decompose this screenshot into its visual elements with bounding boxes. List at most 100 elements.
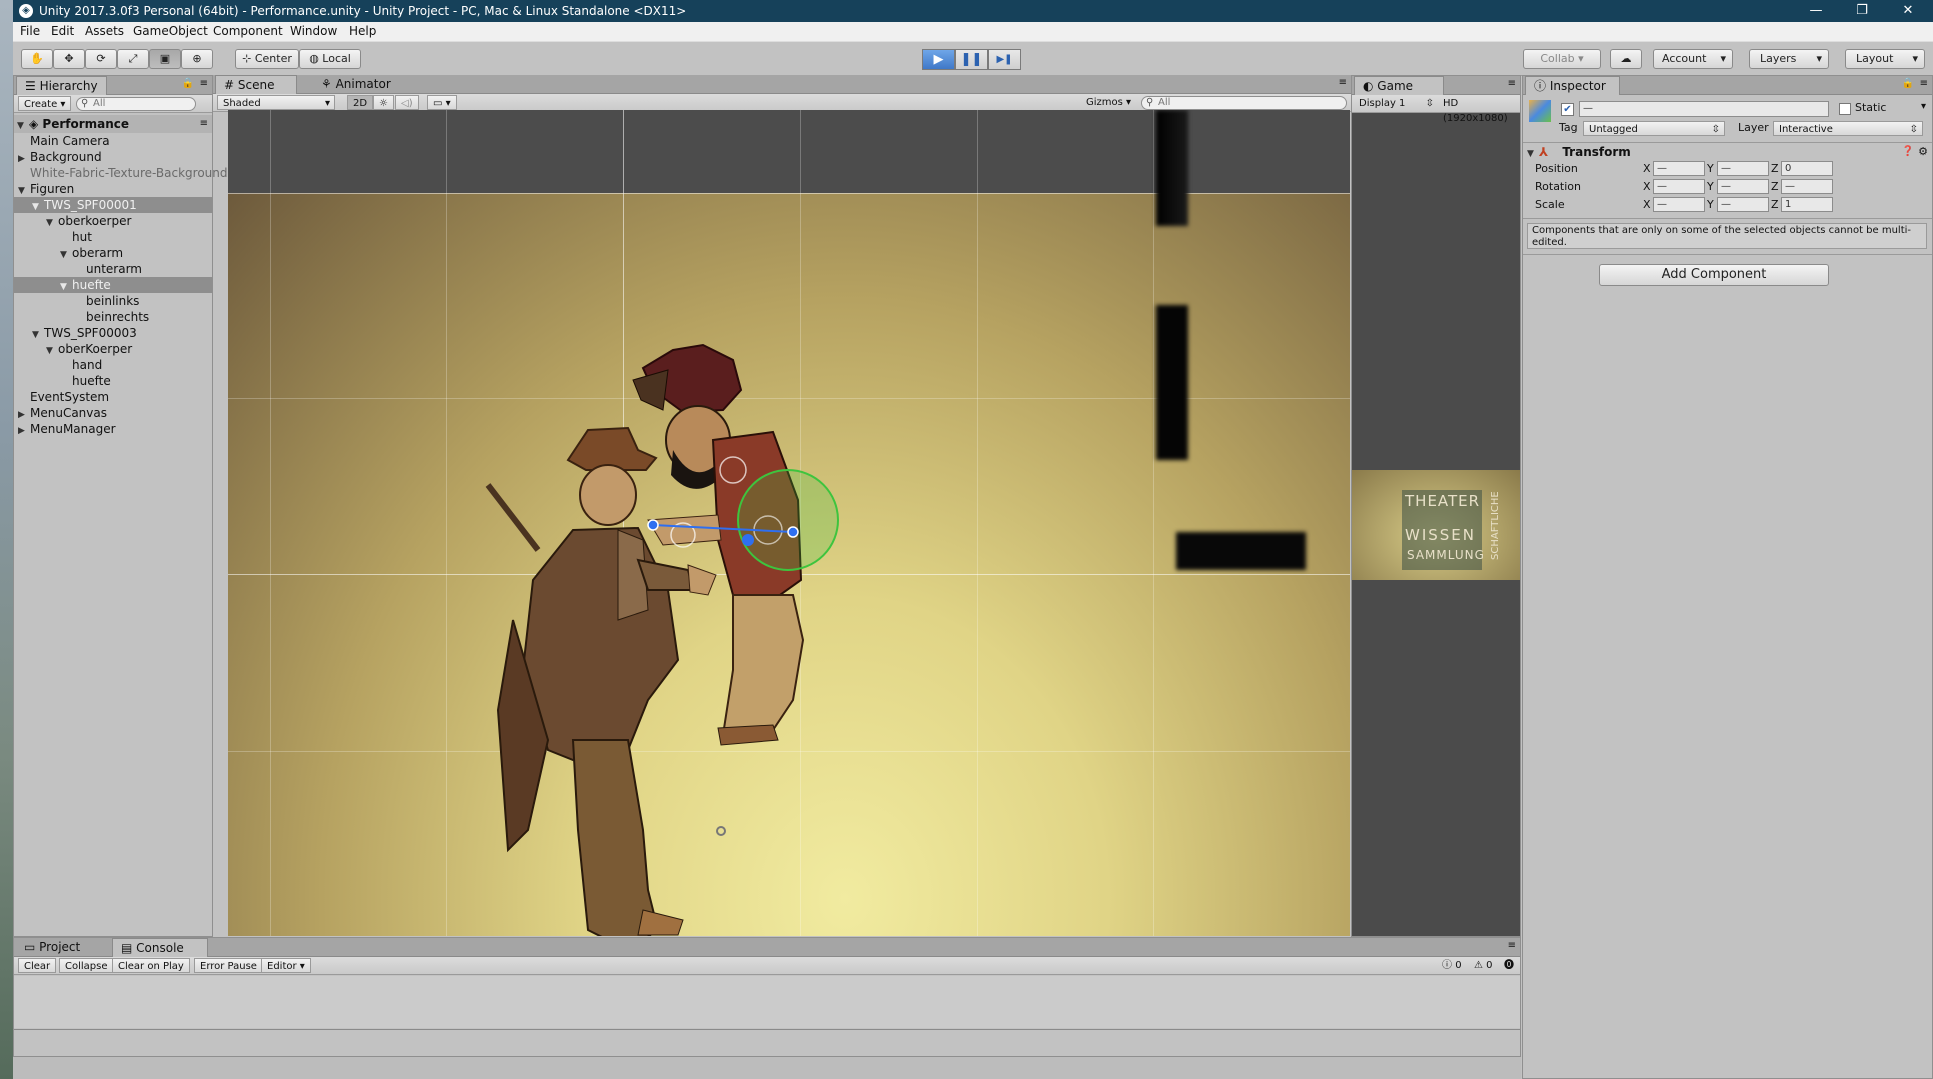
transform-y-field[interactable]: — <box>1717 179 1769 194</box>
menu-help[interactable]: Help <box>349 24 376 38</box>
rotate-tool-icon[interactable]: ⟳ <box>85 49 117 69</box>
hierarchy-item[interactable]: ▼ huefte <box>14 277 212 293</box>
play-button[interactable]: ▶ <box>922 49 955 70</box>
name-field[interactable]: — <box>1579 101 1829 117</box>
help-icon[interactable]: ❓ <box>1902 143 1914 161</box>
hand-tool-icon[interactable]: ✋ <box>21 49 53 69</box>
tab-hierarchy[interactable]: ☰ Hierarchy <box>16 76 107 95</box>
hierarchy-item[interactable]: ▶ Background <box>14 149 212 165</box>
effects-icon[interactable]: ▭ ▾ <box>427 95 457 110</box>
static-checkbox[interactable] <box>1839 103 1851 115</box>
rect-tool-icon[interactable]: ▣ <box>149 49 181 69</box>
transform-y-field[interactable]: — <box>1717 161 1769 176</box>
clear-button[interactable]: Clear <box>18 958 57 973</box>
tag-dropdown[interactable]: Untagged ⇳ <box>1583 121 1725 136</box>
scene-menu-icon[interactable]: ≡ <box>200 115 208 133</box>
tab-console[interactable]: ▤ Console <box>112 938 208 957</box>
expand-arrow-icon[interactable]: ▶ <box>18 423 30 439</box>
lock-icon[interactable]: 🔒 <box>182 78 194 89</box>
menu-window[interactable]: Window <box>290 24 337 38</box>
menu-file[interactable]: File <box>20 24 40 38</box>
pivot-center-button[interactable]: ⊹ Center <box>235 49 299 69</box>
scene-viewport[interactable] <box>228 110 1350 936</box>
error-count[interactable]: ⓿ 0 <box>1504 958 1520 986</box>
resolution-dropdown[interactable]: HD (1920x1080) <box>1438 96 1520 124</box>
menu-icon[interactable]: ≡ <box>1508 940 1516 951</box>
tab-game[interactable]: ◐ Game <box>1354 76 1444 95</box>
menu-icon[interactable]: ≡ <box>200 78 208 89</box>
selection-gizmo[interactable] <box>638 420 858 640</box>
hierarchy-item[interactable]: ▼ TWS_SPF00003 <box>14 325 212 341</box>
transform-y-field[interactable]: — <box>1717 197 1769 212</box>
gizmos-dropdown[interactable]: Gizmos ▾ <box>1081 95 1136 110</box>
layer-dropdown[interactable]: Interactive ⇳ <box>1773 121 1923 136</box>
hierarchy-item[interactable]: beinlinks <box>14 293 212 309</box>
pause-button[interactable]: ❚❚ <box>955 49 988 70</box>
menu-component[interactable]: Component <box>213 24 283 38</box>
lighting-icon[interactable]: ☼ <box>373 95 394 110</box>
shading-dropdown[interactable]: Shaded ▾ <box>217 95 335 110</box>
warning-count[interactable]: ⚠ 0 <box>1474 958 1493 973</box>
hierarchy-item[interactable]: unterarm <box>14 261 212 277</box>
hierarchy-item[interactable]: ▼ Figuren <box>14 181 212 197</box>
transform-z-field[interactable]: 0 <box>1781 161 1833 176</box>
account-dropdown[interactable]: Account ▾ <box>1653 49 1733 69</box>
hierarchy-search-input[interactable]: ⚲ All <box>76 97 196 111</box>
hierarchy-item[interactable]: ▶ MenuCanvas <box>14 405 212 421</box>
menu-gameobject[interactable]: GameObject <box>133 24 208 38</box>
transform-tool-icon[interactable]: ⊕ <box>181 49 213 69</box>
menu-icon[interactable]: ≡ <box>1339 77 1347 88</box>
gear-icon[interactable]: ⚙ <box>1918 143 1928 161</box>
hierarchy-item[interactable]: ▼ oberarm <box>14 245 212 261</box>
menu-icon[interactable]: ≡ <box>1920 78 1928 89</box>
hierarchy-item[interactable]: EventSystem <box>14 389 212 405</box>
menu-icon[interactable]: ≡ <box>1508 78 1516 89</box>
create-button[interactable]: Create ▾ <box>18 96 72 111</box>
hierarchy-item[interactable]: White-Fabric-Texture-Background <box>14 165 228 181</box>
transform-z-field[interactable]: — <box>1781 179 1833 194</box>
menu-edit[interactable]: Edit <box>51 24 74 38</box>
camera-pivot-icon[interactable] <box>716 826 726 836</box>
scene-search-input[interactable]: ⚲ All <box>1141 96 1347 110</box>
collapse-button[interactable]: Collapse <box>59 958 114 973</box>
space-local-button[interactable]: ◍ Local <box>299 49 361 69</box>
console-log-area[interactable] <box>14 976 1520 1028</box>
tab-scene[interactable]: # Scene <box>215 75 297 94</box>
hierarchy-item[interactable]: ▶ MenuManager <box>14 421 212 437</box>
info-count[interactable]: ⓘ 0 <box>1442 958 1462 973</box>
scale-tool-icon[interactable]: ⤢ <box>117 49 149 69</box>
lock-icon[interactable]: 🔒 <box>1902 78 1914 89</box>
clear-on-play-button[interactable]: Clear on Play <box>112 958 190 973</box>
audio-icon[interactable]: ◁) <box>395 95 419 110</box>
tab-inspector[interactable]: ⓘ Inspector <box>1525 76 1620 95</box>
transform-x-field[interactable]: — <box>1653 161 1705 176</box>
hierarchy-item[interactable]: beinrechts <box>14 309 212 325</box>
menu-assets[interactable]: Assets <box>85 24 124 38</box>
minimize-button[interactable]: — <box>1793 0 1839 22</box>
step-button[interactable]: ▶❚ <box>988 49 1021 70</box>
collab-button[interactable]: Collab ▾ <box>1523 49 1601 69</box>
active-checkbox[interactable]: ✔ <box>1561 103 1574 116</box>
hierarchy-item[interactable]: Main Camera <box>14 133 212 149</box>
tab-animator[interactable]: ⚘ Animator <box>313 75 399 94</box>
layout-dropdown[interactable]: Layout ▾ <box>1845 49 1925 69</box>
add-component-button[interactable]: Add Component <box>1599 264 1829 286</box>
transform-header[interactable]: ▼ ⅄ Transform ❓ ⚙ <box>1523 143 1932 161</box>
tab-project[interactable]: ▭ Project <box>16 938 88 957</box>
close-button[interactable]: ✕ <box>1885 0 1931 22</box>
hierarchy-item[interactable]: ▼ oberKoerper <box>14 341 212 357</box>
hierarchy-item[interactable]: hand <box>14 357 212 373</box>
chevron-down-icon[interactable]: ▾ <box>1921 101 1926 112</box>
mode-2d-toggle[interactable]: 2D <box>347 95 374 110</box>
layers-dropdown[interactable]: Layers ▾ <box>1749 49 1829 69</box>
display-dropdown[interactable]: Display 1 ⇳ <box>1354 96 1436 111</box>
error-pause-button[interactable]: Error Pause <box>194 958 263 973</box>
editor-dropdown[interactable]: Editor ▾ <box>261 958 311 973</box>
hierarchy-item[interactable]: hut <box>14 229 212 245</box>
transform-z-field[interactable]: 1 <box>1781 197 1833 212</box>
hierarchy-item[interactable]: ▼ oberkoerper <box>14 213 212 229</box>
cloud-icon[interactable]: ☁ <box>1610 49 1642 69</box>
transform-x-field[interactable]: — <box>1653 197 1705 212</box>
maximize-button[interactable]: ❐ <box>1839 0 1885 22</box>
scene-header[interactable]: ▼ ◈ Performance ≡ <box>14 115 212 133</box>
